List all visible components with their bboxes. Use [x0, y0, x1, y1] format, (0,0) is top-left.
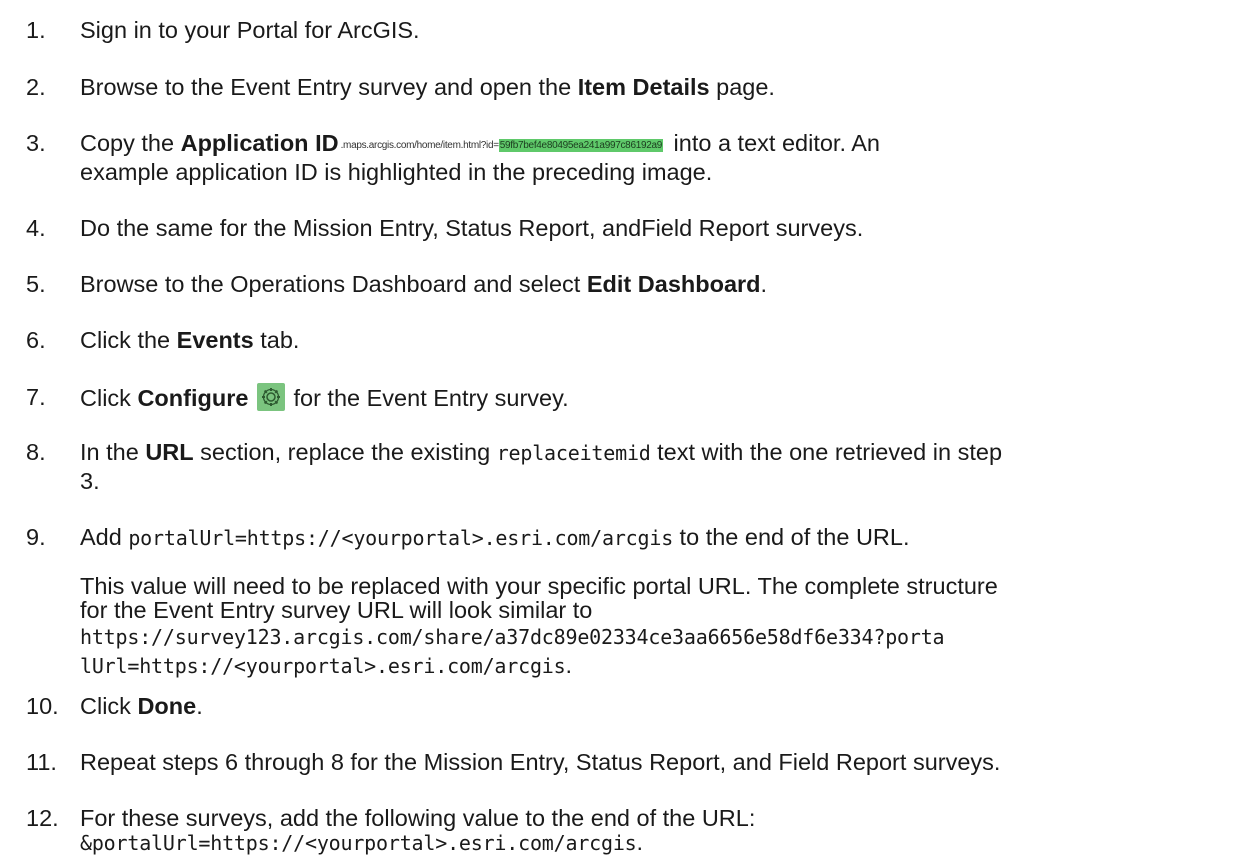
step-number: 12.	[26, 805, 59, 831]
step-text: Browse to the Event Entry survey and ope…	[80, 74, 775, 100]
application-id-highlight: 59fb7bef4e80495ea241a997c86192a9	[498, 139, 664, 152]
instruction-document: 1. Sign in to your Portal for ArcGIS. 2.…	[0, 0, 1255, 855]
code-snippet: portalUrl=https://<yourportal>.esri.com/…	[128, 526, 674, 550]
note-paragraph: This value will need to be replaced with…	[80, 573, 998, 678]
ui-term: Application ID	[180, 130, 339, 156]
ui-term: Events	[176, 327, 254, 353]
item-url-screenshot: .maps.arcgis.com/home/item.html?id=59fb7…	[340, 139, 664, 152]
step-text: Click the Events tab.	[80, 327, 300, 353]
gear-icon	[256, 383, 285, 411]
step-number: 11.	[26, 749, 57, 775]
code-snippet: lUrl=https://<yourportal>.esri.com/arcgi…	[80, 654, 566, 678]
ui-term: Item Details	[577, 74, 710, 100]
step-number: 5.	[26, 271, 46, 297]
step-text: For these surveys, add the following val…	[80, 805, 756, 831]
ui-term: Done	[137, 693, 197, 719]
step-number: 1.	[26, 17, 46, 43]
step-number: 2.	[26, 74, 46, 100]
code-snippet: &portalUrl=https://<yourportal>.esri.com…	[80, 831, 637, 855]
step-text: Sign in to your Portal for ArcGIS.	[80, 17, 420, 43]
step-number: 9.	[26, 524, 46, 550]
step-text: Browse to the Operations Dashboard and s…	[80, 271, 768, 297]
ui-term: Edit Dashboard	[586, 271, 761, 297]
step-number: 4.	[26, 215, 46, 241]
step-number: 10.	[26, 693, 59, 719]
step-text: Click Done.	[80, 693, 203, 719]
step-text: Add portalUrl=https://<yourportal>.esri.…	[80, 524, 910, 550]
step-number: 8.	[26, 439, 46, 465]
step-number: 7.	[26, 384, 46, 410]
step-text: Click Configure for the Event Entry surv…	[80, 383, 569, 411]
step-text: Repeat steps 6 through 8 for the Mission…	[80, 749, 1001, 775]
step-number: 3.	[26, 130, 46, 156]
step-text: In the URL section, replace the existing…	[80, 439, 1003, 465]
ui-term: URL	[145, 439, 194, 465]
step-number: 6.	[26, 327, 46, 353]
code-snippet: https://survey123.arcgis.com/share/a37dc…	[80, 625, 945, 649]
step-text: Do the same for the Mission Entry, Statu…	[80, 215, 864, 241]
step-text: Copy the Application ID .maps.arcgis.com/…	[80, 130, 880, 156]
ui-term: Configure	[137, 385, 249, 411]
code-snippet: replaceitemid	[496, 441, 651, 465]
